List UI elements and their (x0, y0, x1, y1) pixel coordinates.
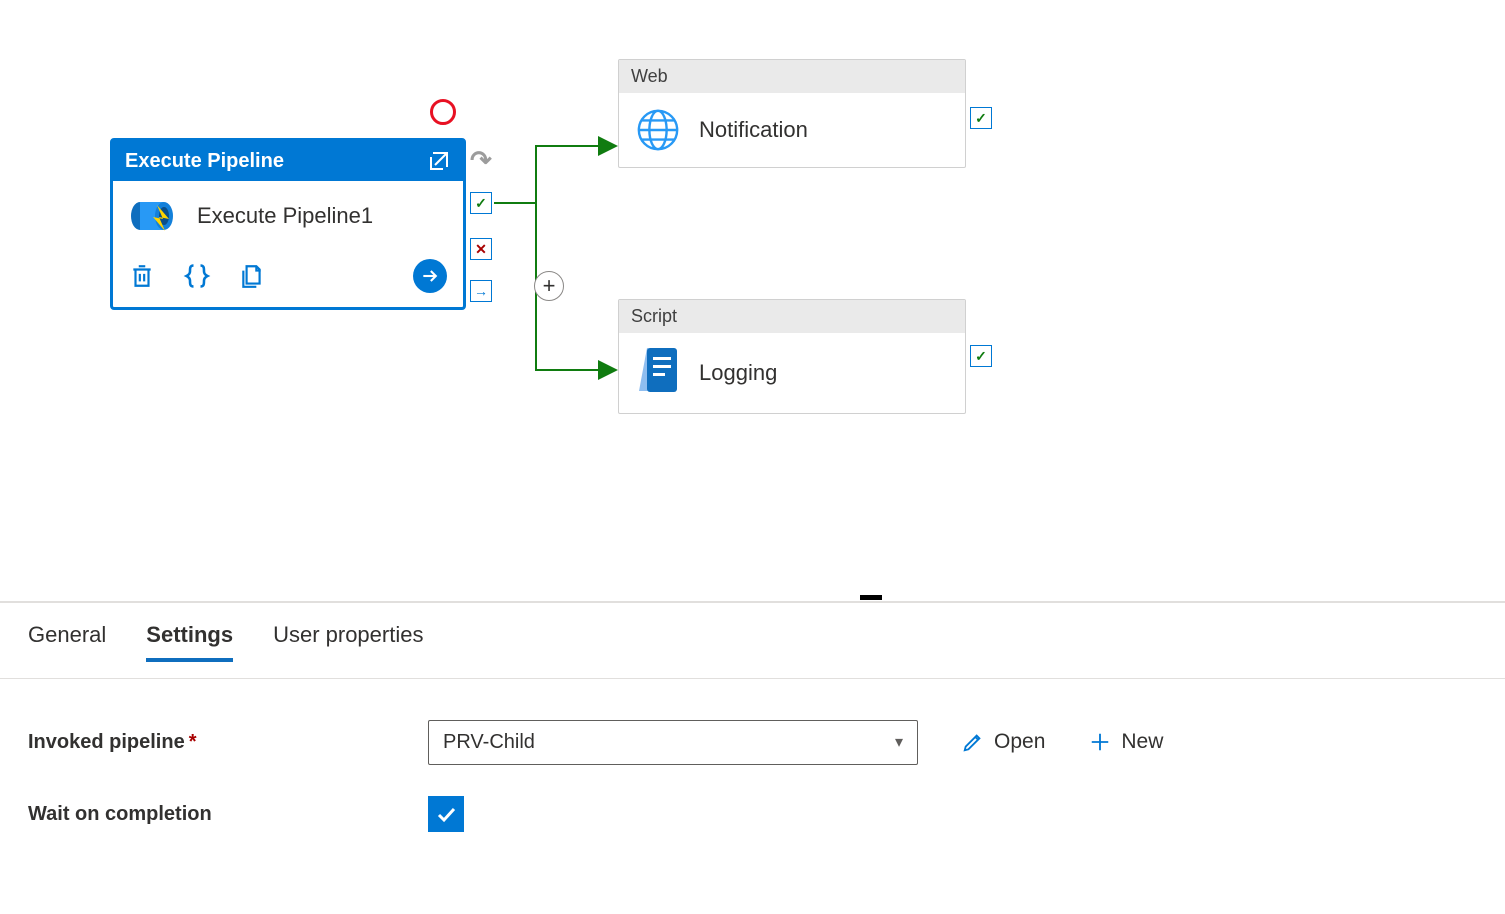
invoked-pipeline-value: PRV-Child (443, 731, 535, 754)
open-pipeline-button[interactable]: Open (962, 730, 1045, 754)
copy-icon[interactable] (239, 262, 265, 290)
pencil-icon (962, 731, 984, 753)
redo-icon[interactable]: ↷ (470, 145, 492, 176)
activity-type-label: Web (631, 60, 668, 93)
invoked-pipeline-label: Invoked pipeline* (28, 731, 428, 754)
activity-execute-pipeline[interactable]: Execute Pipeline Execute Pipeline1 (110, 138, 466, 310)
tab-general[interactable]: General (28, 622, 106, 662)
properties-tabs: General Settings User properties (28, 622, 423, 662)
script-icon (635, 347, 681, 399)
activity-header: Execute Pipeline (113, 141, 463, 181)
activity-name-label: Notification (699, 117, 808, 143)
delete-icon[interactable] (129, 262, 155, 290)
activity-web[interactable]: Web Notification (618, 59, 966, 168)
globe-icon (635, 107, 681, 153)
add-activity-button[interactable]: + (534, 271, 564, 301)
pipeline-canvas[interactable]: Execute Pipeline Execute Pipeline1 (0, 0, 1505, 600)
completion-connector[interactable]: → (470, 280, 492, 302)
failure-connector[interactable]: ✕ (470, 238, 492, 260)
plus-icon (1089, 731, 1111, 753)
wait-on-completion-checkbox[interactable] (428, 796, 464, 832)
activity-toolbar (113, 251, 463, 307)
wait-on-completion-label: Wait on completion (28, 803, 428, 826)
new-pipeline-button[interactable]: New (1089, 730, 1163, 754)
activity-name-label: Logging (699, 360, 777, 386)
activity-type-label: Execute Pipeline (125, 141, 284, 181)
invoked-pipeline-select[interactable]: PRV-Child ▾ (428, 720, 918, 765)
success-connector[interactable]: ✓ (970, 345, 992, 367)
tab-user-properties[interactable]: User properties (273, 622, 423, 662)
activity-script[interactable]: Script Logging (618, 299, 966, 414)
success-connector[interactable]: ✓ (970, 107, 992, 129)
open-external-icon[interactable] (427, 149, 451, 173)
tab-settings[interactable]: Settings (146, 622, 233, 662)
tab-underline (0, 678, 1505, 679)
activity-name-label: Execute Pipeline1 (197, 203, 373, 229)
activity-header: Script (619, 300, 965, 333)
breakpoint-indicator[interactable] (430, 99, 456, 125)
chevron-down-icon: ▾ (895, 732, 903, 752)
activity-header: Web (619, 60, 965, 93)
panel-divider (0, 601, 1505, 603)
panel-resize-grip[interactable] (860, 595, 882, 600)
code-icon[interactable] (183, 262, 211, 290)
run-next-icon[interactable] (413, 259, 447, 293)
pipeline-icon (129, 195, 179, 237)
success-connector[interactable]: ✓ (470, 192, 492, 214)
settings-form: Invoked pipeline* PRV-Child ▾ Open New W… (28, 712, 1328, 844)
activity-type-label: Script (631, 300, 677, 333)
